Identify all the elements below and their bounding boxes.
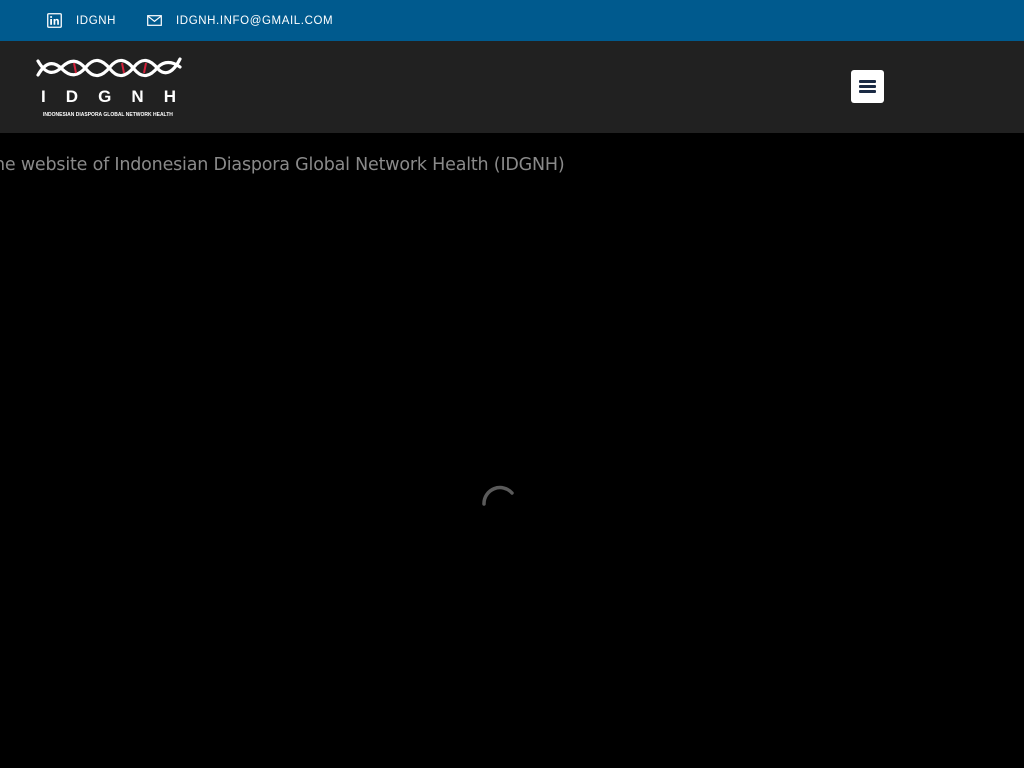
linkedin-link[interactable]: IDGNH	[47, 13, 116, 28]
scrolling-announcement: he website of Indonesian Diaspora Global…	[0, 155, 565, 175]
dna-helix-icon	[36, 57, 182, 78]
menu-toggle-button[interactable]	[851, 70, 884, 103]
logo-letter: D	[65, 87, 79, 106]
envelope-icon	[147, 13, 162, 28]
logo-wordmark: I D G N H	[41, 87, 176, 107]
linkedin-icon	[47, 13, 62, 28]
hamburger-menu-icon	[859, 80, 876, 93]
site-logo[interactable]: I D G N H INDONESIAN DIASPORA GLOBAL NET…	[36, 55, 182, 121]
main-content: he website of Indonesian Diaspora Global…	[0, 133, 1024, 768]
email-label: IDGNH.INFO@GMAIL.COM	[176, 14, 334, 27]
logo-letter: I	[41, 87, 46, 106]
logo-letter: N	[131, 87, 144, 106]
top-bar: IDGNH IDGNH.INFO@GMAIL.COM	[0, 0, 1024, 41]
linkedin-label: IDGNH	[76, 14, 117, 27]
email-link[interactable]: IDGNH.INFO@GMAIL.COM	[147, 13, 333, 28]
logo-subtitle: INDONESIAN DIASPORA GLOBAL NETWORK HEALT…	[43, 112, 173, 118]
logo-letter: H	[163, 87, 176, 106]
loading-spinner-icon	[482, 485, 514, 506]
site-header: I D G N H INDONESIAN DIASPORA GLOBAL NET…	[0, 41, 1024, 133]
logo-letter: G	[98, 87, 112, 106]
